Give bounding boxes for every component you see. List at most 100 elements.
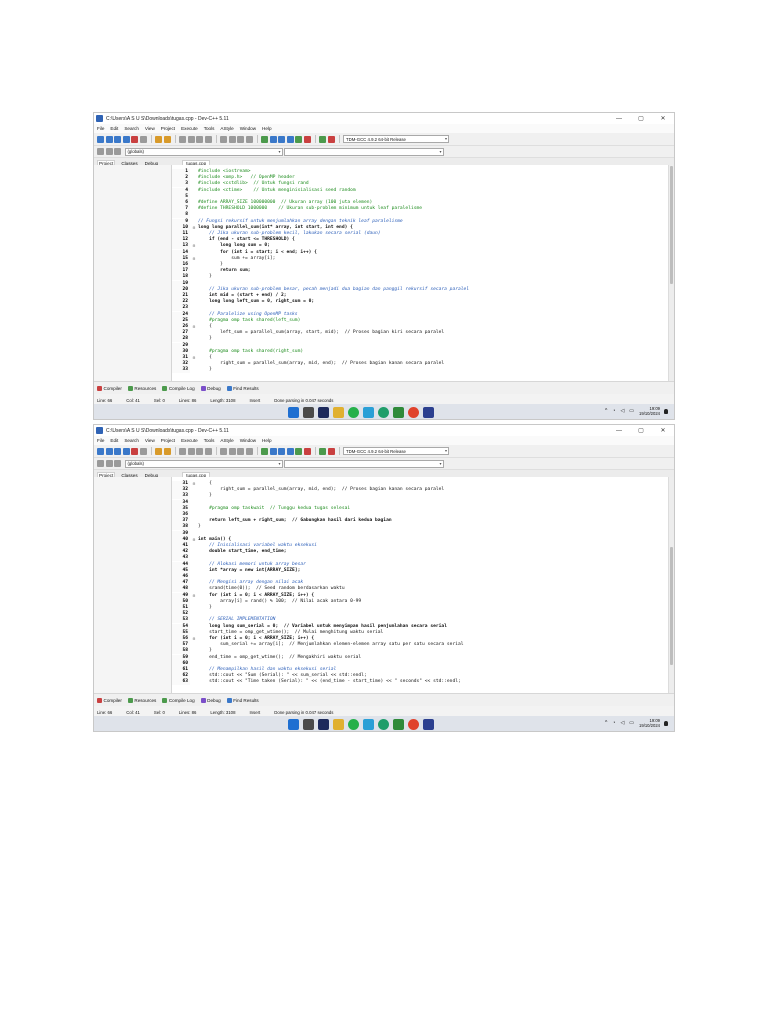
minimize-button[interactable]: — [608, 428, 630, 434]
new-file-icon[interactable] [97, 447, 104, 455]
stop-icon[interactable] [303, 447, 311, 455]
compiler-select[interactable]: TDM-GCC 4.9.2 64-bit Release ▾ [343, 447, 449, 455]
code-line[interactable]: 32 right_sum = parallel_sum(array, mid, … [172, 487, 674, 494]
code-line[interactable]: 57 sum_serial += array[i]; // Menjumlahk… [172, 642, 674, 649]
file-explorer-icon[interactable] [333, 407, 344, 418]
code-editor[interactable]: 1 #include <iostream> 2 #include <omp.h> //… [172, 165, 674, 381]
menu-view[interactable]: View [145, 126, 155, 131]
code-line[interactable]: 54 long long sum_serial = 0; // Variabel… [172, 623, 674, 630]
print-icon[interactable] [139, 135, 147, 143]
code-line[interactable]: 23 [172, 305, 674, 312]
undo-icon[interactable] [155, 447, 162, 455]
fold-icon[interactable]: ⊟ [190, 593, 198, 599]
replace-icon[interactable] [187, 447, 195, 455]
maximize-button[interactable]: ▢ [630, 427, 652, 434]
code-line[interactable]: 7 #define THRESHOLD 1000000 // Ukuran sub… [172, 206, 674, 213]
whatsapp-icon[interactable] [348, 719, 359, 730]
menu-help[interactable]: Help [262, 438, 271, 443]
browser-icon[interactable] [318, 719, 329, 730]
dev-cpp-icon[interactable] [393, 719, 404, 730]
fold-icon[interactable]: ⊟ [190, 636, 198, 642]
close-button[interactable]: ✕ [652, 115, 674, 122]
code-line[interactable]: 45 int *array = new int[ARRAY_SIZE]; [172, 567, 674, 574]
code-line[interactable]: 20 // Jika ukuran sub-problem besar, pec… [172, 286, 674, 293]
tab-find-results[interactable]: Find Results [226, 697, 259, 703]
clock[interactable]: 19:09 19/10/2024 [639, 718, 660, 728]
tab-compile-log[interactable]: Compile Log [162, 697, 195, 703]
telegram-icon[interactable] [363, 719, 374, 730]
code-line[interactable]: 44 // Alokasi memori untuk array besar [172, 561, 674, 568]
menu-window[interactable]: Window [240, 438, 256, 443]
indent-icon[interactable] [220, 135, 227, 143]
code-line[interactable]: 43 [172, 555, 674, 562]
code-line[interactable]: 48 srand(time(0)); // Seed random berdas… [172, 586, 674, 593]
app-icon[interactable] [423, 719, 434, 730]
fold-icon[interactable]: ⊟ [190, 324, 198, 330]
scope-select[interactable]: (globals) ▾ [124, 459, 283, 468]
fold-icon[interactable]: ⊟ [190, 537, 198, 543]
menu-edit[interactable]: Edit [110, 438, 118, 443]
windows-start-icon[interactable] [288, 719, 299, 730]
compile-icon[interactable] [261, 135, 268, 143]
volume-icon[interactable]: ◁ [620, 720, 624, 726]
dev-cpp-icon[interactable] [393, 407, 404, 418]
clock[interactable]: 19:09 19/10/2024 [639, 406, 660, 416]
run-icon[interactable] [269, 447, 277, 455]
class-browser-icon[interactable] [114, 460, 121, 467]
code-line[interactable]: 30 #pragma omp task shared(right_sum) [172, 348, 674, 355]
chart-icon[interactable] [319, 447, 326, 455]
menu-project[interactable]: Project [161, 126, 175, 131]
save-icon[interactable] [114, 447, 121, 455]
browser-icon[interactable] [318, 407, 329, 418]
code-line[interactable]: 34 [172, 499, 674, 506]
code-line[interactable]: 39 [172, 530, 674, 537]
search-icon[interactable] [303, 407, 314, 418]
find-icon[interactable] [179, 447, 186, 455]
menu-tools[interactable]: Tools [204, 438, 215, 443]
tab-debug-output[interactable]: Debug [200, 385, 221, 391]
wifi-icon[interactable]: ◔ [612, 408, 615, 414]
tab-find-results[interactable]: Find Results [226, 385, 259, 391]
menu-file[interactable]: File [97, 126, 104, 131]
tab-compiler[interactable]: Compiler [97, 697, 122, 703]
bookmark-icon[interactable] [245, 447, 253, 455]
code-line[interactable]: 42 double start_time, end_time; [172, 549, 674, 556]
windows-start-icon[interactable] [288, 407, 299, 418]
chevron-up-icon[interactable]: ^ [605, 408, 607, 414]
menu-search[interactable]: Search [124, 438, 139, 443]
unindent-icon[interactable] [228, 447, 236, 455]
code-line[interactable]: 37 return left_sum + right_sum; // Gabun… [172, 518, 674, 525]
run-icon[interactable] [269, 135, 277, 143]
tab-resources[interactable]: Resources [127, 385, 156, 391]
compile-run-icon[interactable] [278, 135, 285, 143]
close-file-icon[interactable] [131, 135, 138, 143]
unindent-icon[interactable] [228, 135, 236, 143]
battery-icon[interactable]: ▭ [629, 720, 634, 726]
replace-icon[interactable] [187, 135, 195, 143]
code-line[interactable]: 29 [172, 342, 674, 349]
save-all-icon[interactable] [122, 447, 130, 455]
menu-execute[interactable]: Execute [181, 126, 198, 131]
code-line[interactable]: 28 } [172, 336, 674, 343]
maximize-button[interactable]: ▢ [630, 115, 652, 122]
bookmark-icon[interactable] [245, 135, 253, 143]
close-button[interactable]: ✕ [652, 427, 674, 434]
back-icon[interactable] [97, 460, 104, 467]
code-line[interactable]: 9 // Fungsi rekursif untuk menjumlahkan a… [172, 218, 674, 225]
code-line[interactable]: 15 ⊟ sum += array[i]; [172, 255, 674, 262]
compile-icon[interactable] [261, 447, 268, 455]
code-line[interactable]: 14 for (int i = start; i < end; i++) { [172, 249, 674, 256]
menu-help[interactable]: Help [262, 126, 271, 131]
chart-icon[interactable] [319, 135, 326, 143]
save-icon[interactable] [114, 135, 121, 143]
volume-icon[interactable]: ◁ [620, 408, 624, 414]
debug-icon[interactable] [327, 447, 335, 455]
scope-select[interactable]: (globals) ▾ [124, 147, 283, 156]
code-line[interactable]: 58 } [172, 648, 674, 655]
code-editor[interactable]: 31 ⊟ {32 right_sum = parallel_sum(array, … [172, 477, 674, 693]
forward-icon[interactable] [105, 460, 113, 467]
forward-icon[interactable] [105, 148, 113, 155]
redo-icon[interactable] [163, 135, 171, 143]
back-icon[interactable] [97, 148, 104, 155]
code-line[interactable]: 13 ⊟ long long sum = 0; [172, 243, 674, 250]
